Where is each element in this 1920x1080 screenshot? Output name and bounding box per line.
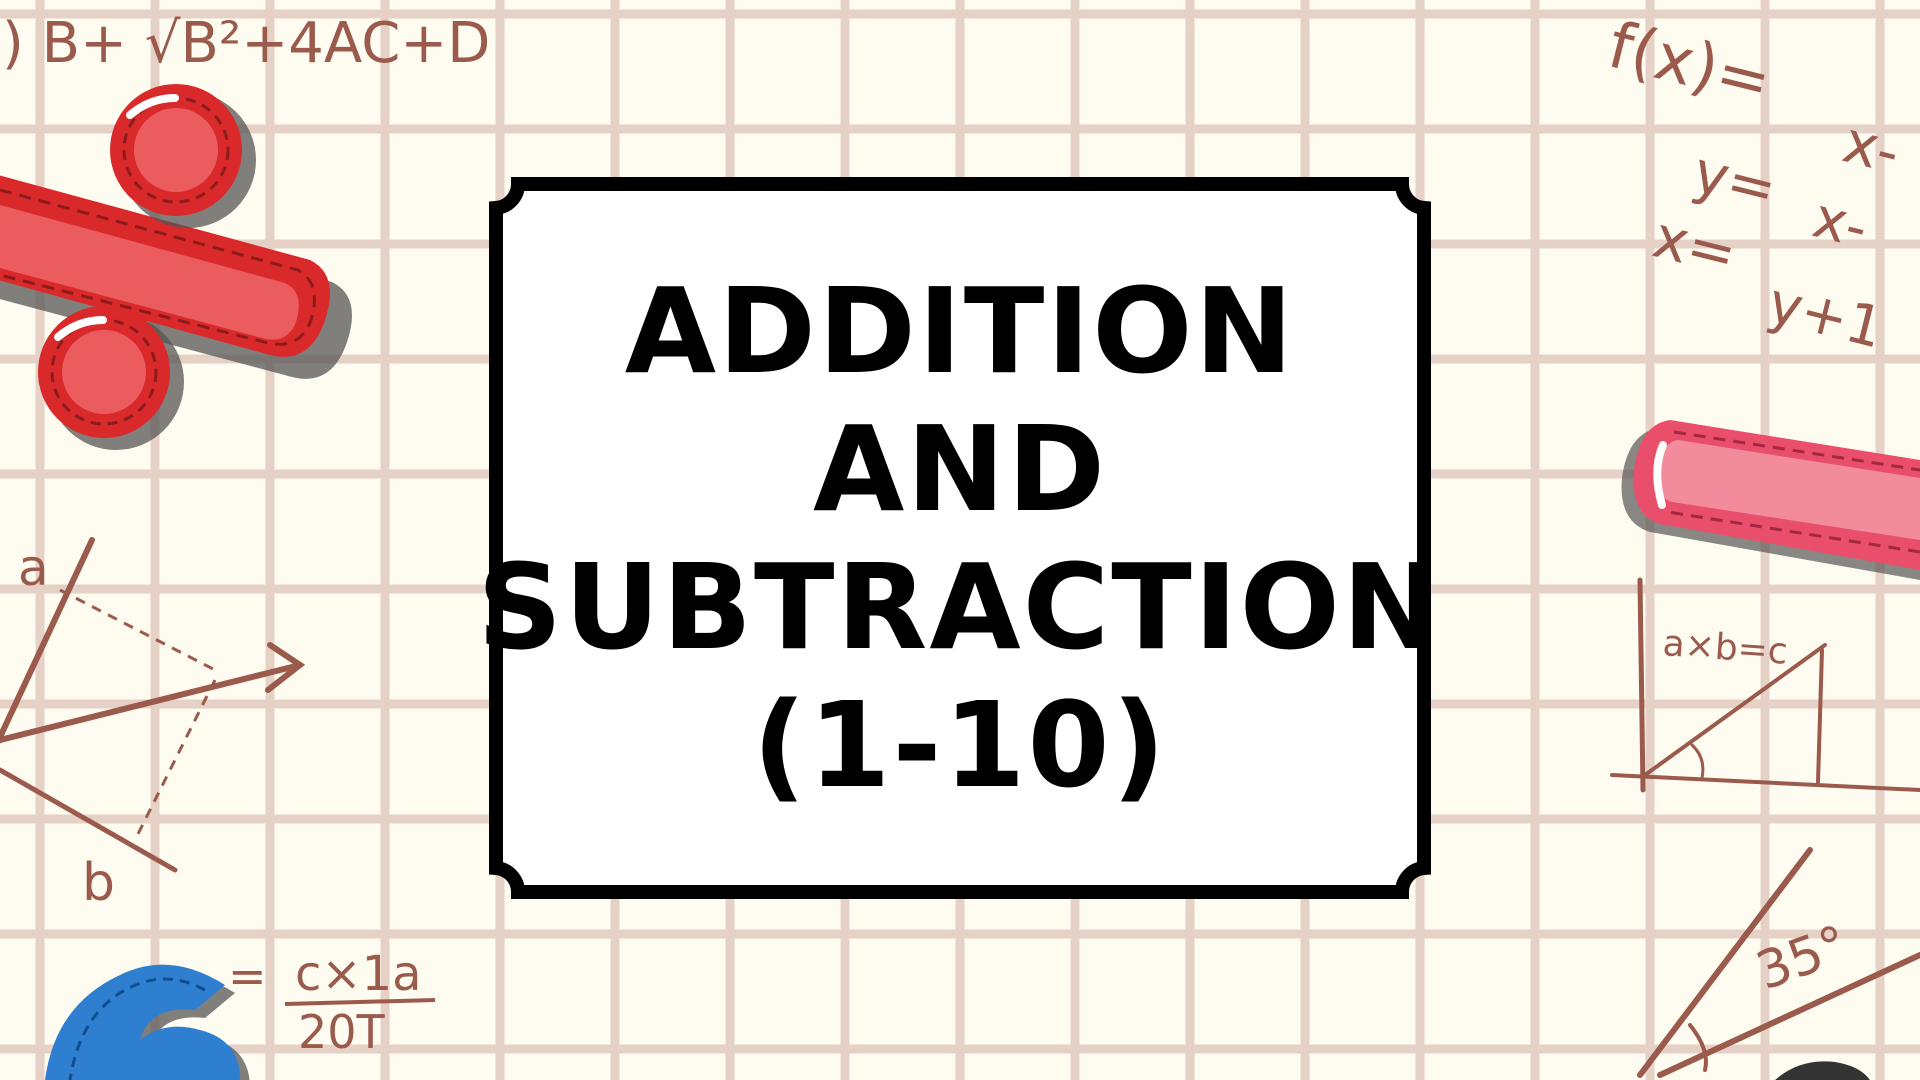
formula-top-left: ) B+ √B²+4AC+D	[2, 11, 490, 76]
formula-abc: a×b=c	[1661, 623, 1789, 673]
minus-sign-icon	[1621, 420, 1920, 580]
formula-x: x=	[1647, 203, 1744, 289]
fraction-formula: = c×1a 20T	[228, 946, 436, 1059]
title-line-1: ADDITION	[624, 262, 1296, 400]
fraction-numerator: c×1a	[295, 946, 422, 1002]
percent-sign-icon	[0, 84, 352, 450]
formula-y-rhs: x-	[1807, 186, 1874, 262]
title-line-4: (1-10)	[752, 676, 1168, 814]
fraction-equals: =	[228, 949, 267, 1003]
fraction-denominator: 20T	[298, 1005, 386, 1059]
formula-fx-rhs: x-	[1837, 108, 1907, 187]
formula-x-rhs: y+1	[1762, 271, 1890, 362]
title-line-3: SUBTRACTION	[477, 538, 1443, 676]
title-block: ADDITION AND SUBTRACTION (1-10)	[477, 176, 1440, 900]
digit-six-icon	[45, 964, 250, 1080]
vector-label-b: b	[82, 853, 115, 913]
orange-shape-fragment	[1775, 1061, 1870, 1080]
title-line-2: AND	[812, 400, 1108, 538]
vector-label-a: a	[18, 539, 49, 597]
formula-fx: f(x)=	[1601, 9, 1778, 120]
